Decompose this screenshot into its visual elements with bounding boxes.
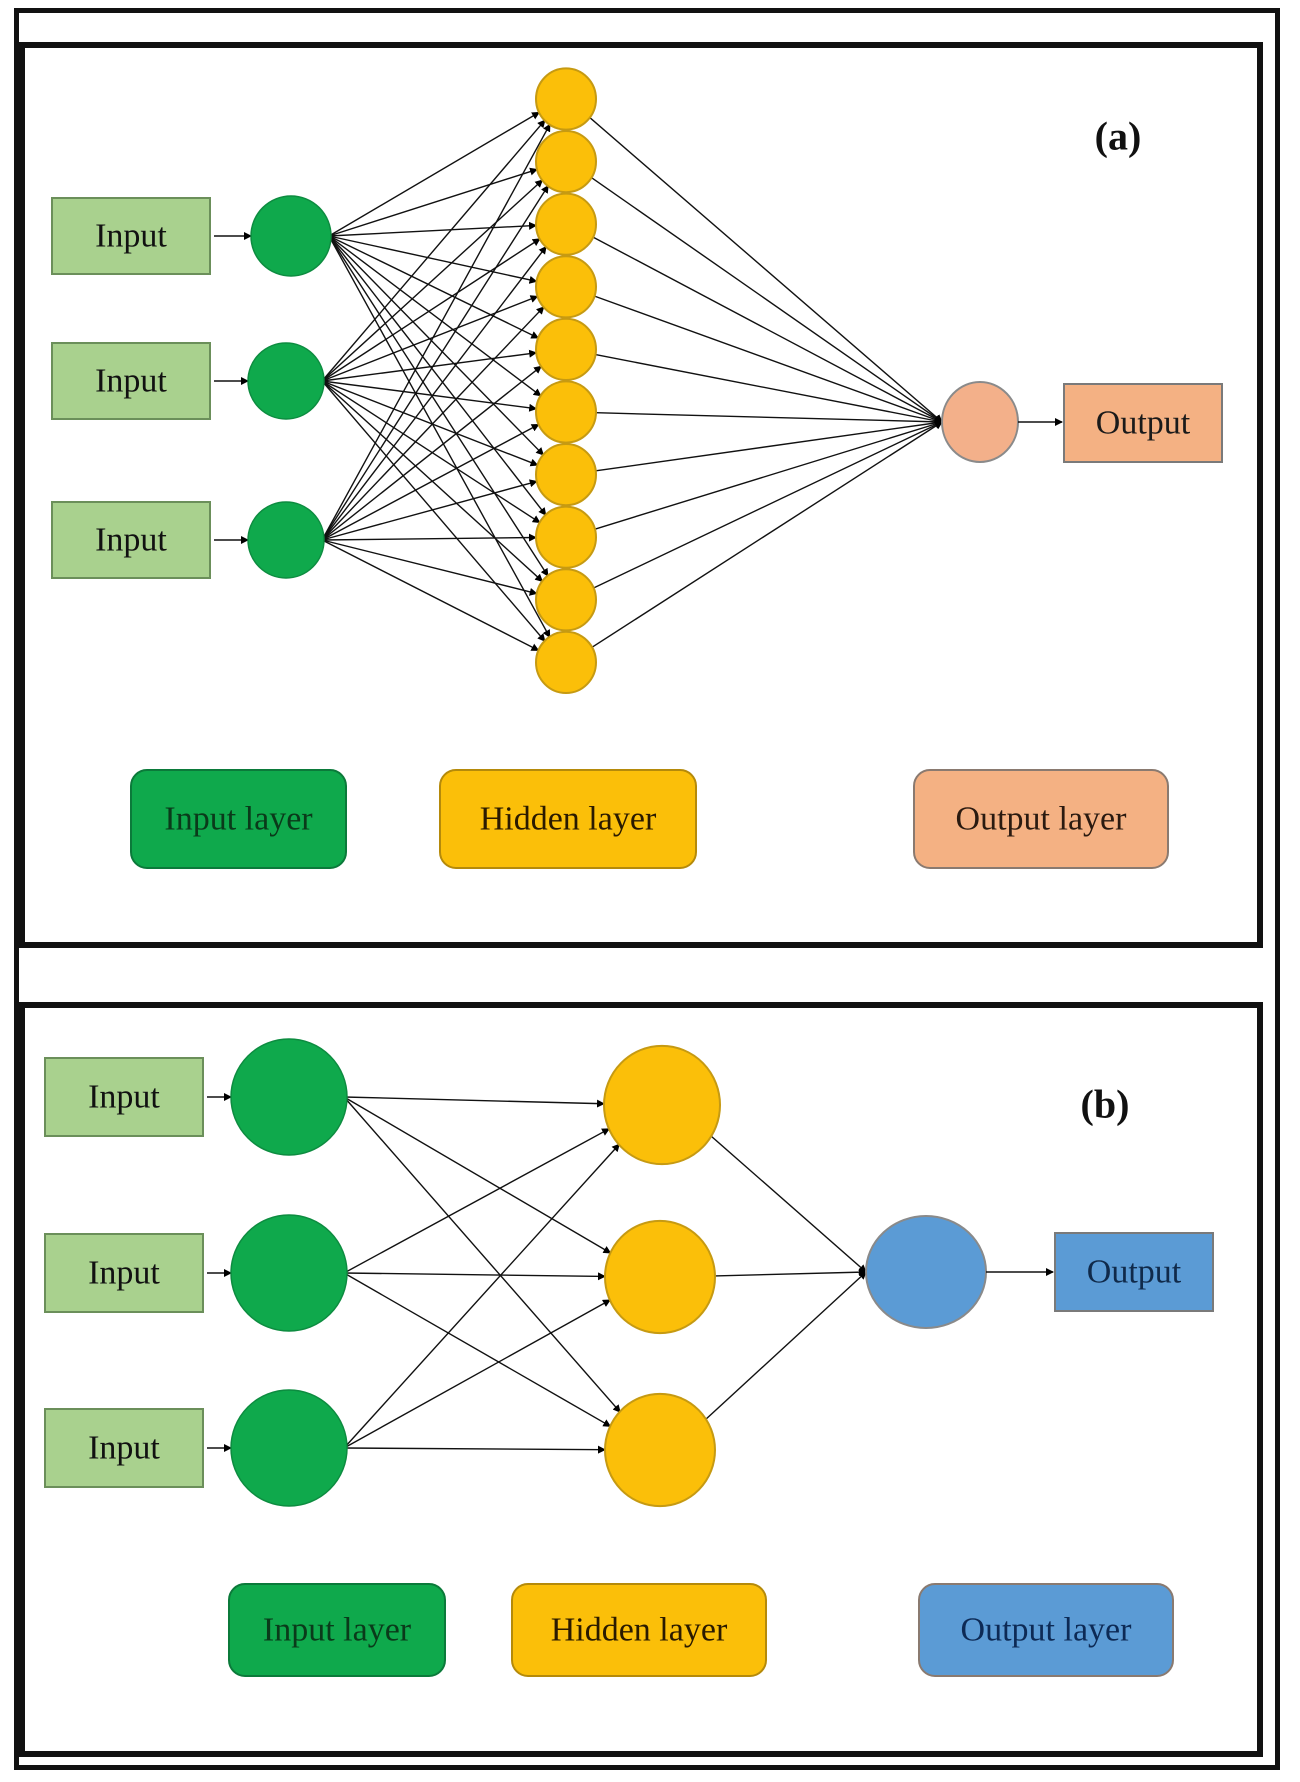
input-box-label: Input bbox=[95, 522, 167, 559]
legend-output-layer-label: Output layer bbox=[961, 1612, 1133, 1649]
hidden-node bbox=[535, 130, 597, 194]
legend-hidden-layer-label: Hidden layer bbox=[480, 801, 657, 838]
input-node bbox=[250, 195, 332, 277]
hidden-node bbox=[604, 1392, 716, 1508]
hidden-node bbox=[535, 255, 597, 319]
input-box-label: Input bbox=[88, 1255, 160, 1292]
hidden-node bbox=[535, 505, 597, 569]
panel-label: (b) bbox=[1081, 1082, 1130, 1127]
hidden-node bbox=[603, 1044, 721, 1166]
legend-hidden-layer-label: Hidden layer bbox=[551, 1612, 728, 1649]
input-node bbox=[230, 1389, 348, 1507]
output-box-label: Output bbox=[1087, 1254, 1182, 1291]
input-box-label: Input bbox=[95, 363, 167, 400]
panel-label: (a) bbox=[1095, 114, 1142, 159]
input-node bbox=[247, 342, 325, 420]
hidden-node bbox=[535, 630, 597, 695]
panel-b: Input Input Input Output (b) Input layer Hidde… bbox=[19, 1002, 1263, 1757]
input-node bbox=[247, 501, 325, 579]
hidden-node bbox=[604, 1219, 716, 1335]
input-box-label: Input bbox=[95, 218, 167, 255]
hidden-node bbox=[535, 443, 597, 507]
legend-output-layer-label: Output layer bbox=[956, 801, 1128, 838]
hidden-node bbox=[535, 568, 597, 632]
input-box-label: Input bbox=[88, 1430, 160, 1467]
panel-a: Input Input Input Output (a) Input layer Hidde… bbox=[19, 42, 1263, 948]
hidden-node bbox=[535, 192, 597, 256]
hidden-node bbox=[535, 317, 597, 381]
input-node bbox=[230, 1038, 348, 1156]
input-node bbox=[230, 1214, 348, 1332]
hidden-node bbox=[535, 380, 597, 444]
neural-network-figure: Input Input Input Output (a) Input layer Hidde… bbox=[19, 42, 1263, 1757]
hidden-node bbox=[535, 67, 597, 131]
output-node bbox=[941, 381, 1019, 463]
input-box-label: Input bbox=[88, 1079, 160, 1116]
legend-input-layer-label: Input layer bbox=[263, 1612, 412, 1649]
output-node bbox=[865, 1215, 987, 1329]
output-box-label: Output bbox=[1096, 405, 1191, 442]
legend-input-layer-label: Input layer bbox=[164, 801, 313, 838]
